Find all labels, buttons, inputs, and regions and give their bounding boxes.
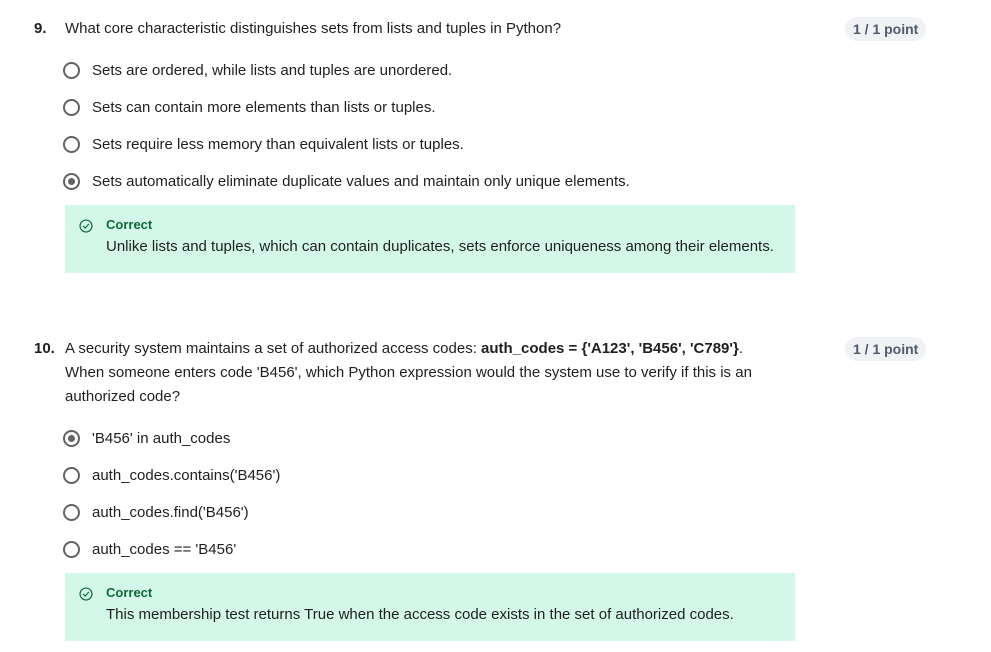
question-number: 9. bbox=[34, 20, 47, 37]
question-text-intro: A security system maintains a set of aut… bbox=[65, 340, 482, 357]
radio-button[interactable] bbox=[63, 135, 80, 153]
option-label: Sets require less memory than equivalent… bbox=[92, 135, 464, 153]
option-label: auth_codes.contains('B456') bbox=[92, 466, 281, 484]
answer-option[interactable]: Sets are ordered, while lists and tuples… bbox=[63, 58, 452, 82]
feedback-text: This membership test returns True when t… bbox=[106, 606, 734, 623]
check-circle-icon bbox=[79, 587, 93, 601]
answer-option[interactable]: auth_codes == 'B456' bbox=[63, 537, 236, 561]
points-badge: 1 / 1 point bbox=[845, 337, 927, 361]
answer-option[interactable]: Sets can contain more elements than list… bbox=[63, 95, 436, 119]
radio-button[interactable] bbox=[63, 540, 80, 558]
question-number: 10. bbox=[34, 340, 55, 357]
radio-button-selected[interactable] bbox=[63, 429, 80, 447]
option-label: 'B456' in auth_codes bbox=[92, 429, 231, 447]
option-label: auth_codes.find('B456') bbox=[92, 503, 249, 521]
feedback-box: Correct Unlike lists and tuples, which c… bbox=[65, 205, 795, 273]
option-label: Sets automatically eliminate duplicate v… bbox=[92, 172, 630, 190]
code-snippet: auth_codes = {'A123', 'B456', 'C789'} bbox=[481, 340, 739, 357]
answer-option[interactable]: auth_codes.find('B456') bbox=[63, 500, 249, 524]
check-circle-icon bbox=[79, 219, 93, 233]
radio-button-selected[interactable] bbox=[63, 172, 80, 190]
question-text: A security system maintains a set of aut… bbox=[65, 337, 785, 409]
answer-option[interactable]: Sets require less memory than equivalent… bbox=[63, 132, 464, 156]
option-label: Sets can contain more elements than list… bbox=[92, 98, 436, 116]
radio-button[interactable] bbox=[63, 466, 80, 484]
points-badge: 1 / 1 point bbox=[845, 17, 927, 41]
radio-button[interactable] bbox=[63, 503, 80, 521]
answer-option[interactable]: auth_codes.contains('B456') bbox=[63, 463, 280, 487]
answer-option[interactable]: Sets automatically eliminate duplicate v… bbox=[63, 169, 630, 193]
feedback-status: Correct bbox=[106, 585, 153, 600]
answer-option[interactable]: 'B456' in auth_codes bbox=[63, 426, 230, 450]
feedback-status: Correct bbox=[106, 217, 153, 232]
feedback-box: Correct This membership test returns Tru… bbox=[65, 573, 795, 641]
radio-button[interactable] bbox=[63, 61, 80, 79]
feedback-text: Unlike lists and tuples, which can conta… bbox=[106, 238, 774, 255]
radio-button[interactable] bbox=[63, 98, 80, 116]
option-label: Sets are ordered, while lists and tuples… bbox=[92, 61, 453, 79]
question-text: What core characteristic distinguishes s… bbox=[65, 20, 562, 37]
option-label: auth_codes == 'B456' bbox=[92, 540, 237, 558]
